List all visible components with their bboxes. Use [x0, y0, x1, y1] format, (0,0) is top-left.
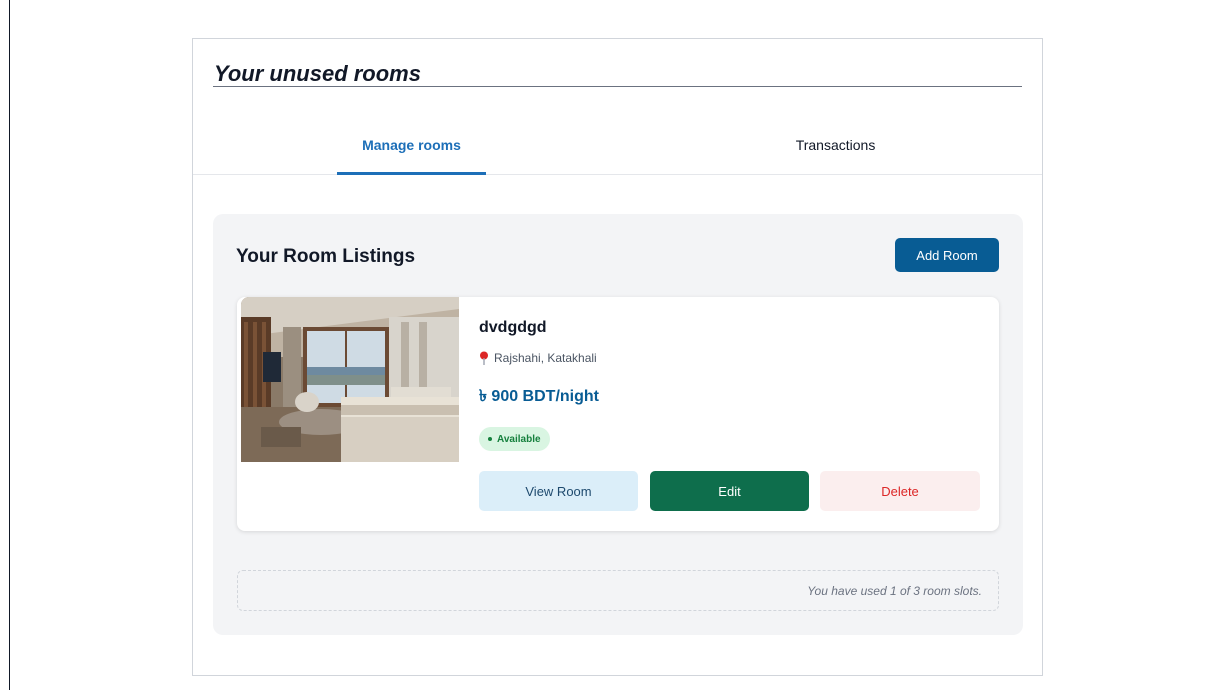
- edit-button[interactable]: Edit: [650, 471, 809, 511]
- room-location: Rajshahi, Katakhali: [479, 351, 597, 365]
- left-divider: [9, 0, 10, 690]
- room-name: dvdgdgd: [479, 319, 547, 336]
- room-photo: [241, 297, 459, 462]
- view-room-button[interactable]: View Room: [479, 471, 638, 511]
- tab-manage-rooms[interactable]: Manage rooms: [337, 127, 486, 175]
- room-price: ৳ 900 BDT/night: [479, 388, 599, 405]
- tab-bar: Manage rooms Transactions: [193, 127, 1042, 175]
- tab-label: Manage rooms: [362, 137, 461, 153]
- room-slots-text: You have used 1 of 3 room slots.: [807, 584, 982, 598]
- room-slots-info: You have used 1 of 3 room slots.: [237, 570, 999, 611]
- delete-button[interactable]: Delete: [820, 471, 980, 511]
- add-room-button[interactable]: Add Room: [895, 238, 999, 272]
- room-card: dvdgdgd Rajshahi, Katakhali ৳ 900 BDT/ni…: [237, 297, 999, 531]
- unused-rooms-panel: Your unused rooms Manage rooms Transacti…: [192, 38, 1043, 676]
- status-dot-icon: [488, 437, 492, 441]
- title-divider: [213, 86, 1022, 87]
- status-badge: Available: [479, 427, 550, 451]
- map-pin-icon: [479, 351, 489, 365]
- tab-transactions[interactable]: Transactions: [753, 127, 918, 174]
- section-title: Your Room Listings: [236, 246, 416, 267]
- page-title: Your unused rooms: [214, 61, 421, 86]
- room-location-text: Rajshahi, Katakhali: [494, 351, 597, 365]
- room-listings-section: Your Room Listings Add Room dvdgdgd Rajs…: [213, 214, 1023, 635]
- active-tab-indicator: [337, 172, 486, 175]
- page: Your unused rooms Manage rooms Transacti…: [0, 0, 1222, 690]
- status-label: Available: [497, 433, 541, 445]
- tab-label: Transactions: [795, 137, 876, 153]
